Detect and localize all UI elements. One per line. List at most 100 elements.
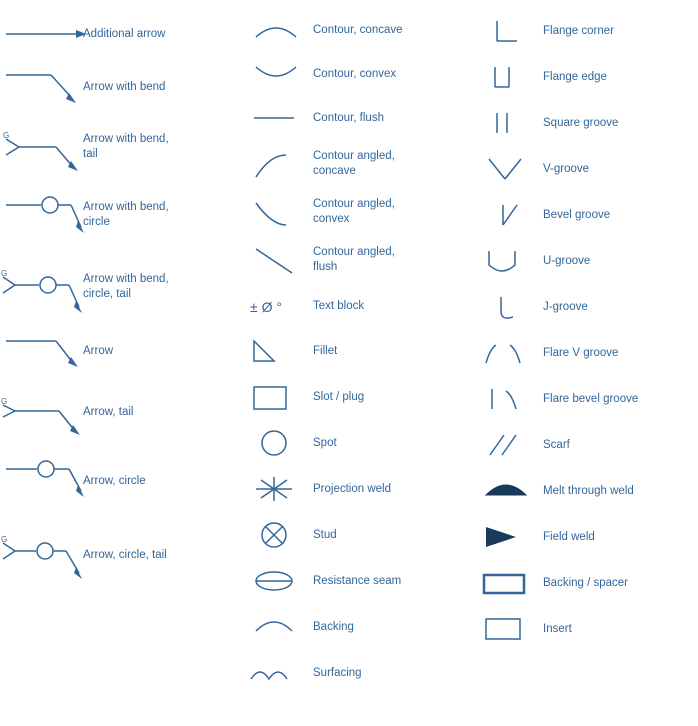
left-column: Additional arrow Arrow with bend G bbox=[4, 8, 234, 696]
item-flange-edge: Flange edge bbox=[464, 54, 694, 100]
label-arrow-circle: Arrow, circle bbox=[83, 474, 230, 489]
item-flare-v-groove: Flare V groove bbox=[464, 330, 694, 376]
label-contour-angled-convex: Contour angled,convex bbox=[313, 197, 460, 227]
item-contour-angled-concave: Contour angled,concave bbox=[234, 140, 464, 188]
symbol-contour-angled-concave bbox=[238, 145, 313, 183]
label-spot: Spot bbox=[313, 436, 460, 451]
symbol-flare-v-groove bbox=[468, 335, 543, 371]
item-text-block: ± Ø ° Text block bbox=[234, 284, 464, 328]
item-arrow-bend: Arrow with bend bbox=[4, 60, 234, 114]
symbol-additional-arrow bbox=[8, 24, 83, 44]
symbol-spot bbox=[238, 425, 313, 461]
item-v-groove: V-groove bbox=[464, 146, 694, 192]
item-contour-flush: Contour, flush bbox=[234, 96, 464, 140]
symbol-contour-convex bbox=[238, 59, 313, 89]
item-contour-concave: Contour, concave bbox=[234, 8, 464, 52]
symbol-backing-spacer bbox=[468, 565, 543, 601]
label-arrow: Arrow bbox=[83, 344, 230, 359]
label-slot-plug: Slot / plug bbox=[313, 390, 460, 405]
symbol-backing bbox=[238, 609, 313, 645]
label-field-weld: Field weld bbox=[543, 530, 690, 545]
item-contour-convex: Contour, convex bbox=[234, 52, 464, 96]
mid-column: Contour, concave Contour, convex Contour… bbox=[234, 8, 464, 696]
label-u-groove: U-groove bbox=[543, 254, 690, 269]
label-flare-v-groove: Flare V groove bbox=[543, 346, 690, 361]
item-spot: Spot bbox=[234, 420, 464, 466]
item-j-groove: J-groove bbox=[464, 284, 694, 330]
symbol-arrow-bend-circle bbox=[8, 185, 83, 245]
item-contour-angled-flush: Contour angled,flush bbox=[234, 236, 464, 284]
symbol-slot-plug bbox=[238, 379, 313, 415]
symbol-insert bbox=[468, 611, 543, 647]
symbol-scarf bbox=[468, 427, 543, 463]
item-arrow-circle: Arrow, circle bbox=[4, 446, 234, 516]
symbol-contour-flush bbox=[238, 108, 313, 128]
symbol-fillet bbox=[238, 333, 313, 369]
item-contour-angled-convex: Contour angled,convex bbox=[234, 188, 464, 236]
item-arrow: Arrow bbox=[4, 324, 234, 378]
label-arrow-circle-tail: Arrow, circle, tail bbox=[83, 548, 230, 563]
item-arrow-bend-circle: Arrow with bend,circle bbox=[4, 180, 234, 250]
symbol-field-weld bbox=[468, 519, 543, 555]
symbol-bevel-groove bbox=[468, 197, 543, 233]
label-arrow-bend-tail: Arrow with bend,tail bbox=[83, 132, 230, 162]
symbol-arrow-bend-tail: G bbox=[8, 119, 83, 175]
item-scarf: Scarf bbox=[464, 422, 694, 468]
item-resistance-seam: Resistance seam bbox=[234, 558, 464, 604]
item-fillet: Fillet bbox=[234, 328, 464, 374]
item-projection-weld: Projection weld bbox=[234, 466, 464, 512]
label-v-groove: V-groove bbox=[543, 162, 690, 177]
item-bevel-groove: Bevel groove bbox=[464, 192, 694, 238]
item-backing-spacer: Backing / spacer bbox=[464, 560, 694, 606]
label-scarf: Scarf bbox=[543, 438, 690, 453]
label-stud: Stud bbox=[313, 528, 460, 543]
svg-text:± Ø °: ± Ø ° bbox=[250, 299, 282, 315]
item-arrow-tail: G Arrow, tail bbox=[4, 378, 234, 446]
item-arrow-bend-circle-tail: G Arrow with bend,circle, tail bbox=[4, 250, 234, 324]
symbol-arrow-bend-circle-tail: G bbox=[8, 255, 83, 319]
label-contour-angled-concave: Contour angled,concave bbox=[313, 149, 460, 179]
label-contour-convex: Contour, convex bbox=[313, 67, 460, 82]
label-arrow-tail: Arrow, tail bbox=[83, 405, 230, 420]
item-arrow-circle-tail: G Arrow, circle, tail bbox=[4, 516, 234, 594]
symbol-stud bbox=[238, 517, 313, 553]
item-melt-through-weld: Melt through weld bbox=[464, 468, 694, 514]
item-slot-plug: Slot / plug bbox=[234, 374, 464, 420]
label-contour-flush: Contour, flush bbox=[313, 111, 460, 126]
item-flange-corner: Flange corner bbox=[464, 8, 694, 54]
item-stud: Stud bbox=[234, 512, 464, 558]
item-surfacing: Surfacing bbox=[234, 650, 464, 696]
label-text-block: Text block bbox=[313, 299, 460, 314]
symbol-projection-weld bbox=[238, 471, 313, 507]
symbol-flange-corner bbox=[468, 13, 543, 49]
item-additional-arrow: Additional arrow bbox=[4, 8, 234, 60]
symbol-arrow-circle bbox=[8, 451, 83, 511]
label-flange-edge: Flange edge bbox=[543, 70, 690, 85]
symbol-arrow-tail: G bbox=[8, 383, 83, 441]
symbol-square-groove bbox=[468, 105, 543, 141]
main-container: Additional arrow Arrow with bend G bbox=[0, 0, 698, 704]
label-j-groove: J-groove bbox=[543, 300, 690, 315]
label-backing: Backing bbox=[313, 620, 460, 635]
symbol-arrow-bend bbox=[8, 65, 83, 109]
symbol-text-block: ± Ø ° bbox=[238, 292, 313, 320]
svg-text:G: G bbox=[3, 131, 9, 140]
label-flange-corner: Flange corner bbox=[543, 24, 690, 39]
label-arrow-bend-circle: Arrow with bend,circle bbox=[83, 200, 230, 230]
item-field-weld: Field weld bbox=[464, 514, 694, 560]
item-square-groove: Square groove bbox=[464, 100, 694, 146]
symbol-flare-bevel-groove bbox=[468, 381, 543, 417]
item-flare-bevel-groove: Flare bevel groove bbox=[464, 376, 694, 422]
symbol-v-groove bbox=[468, 151, 543, 187]
label-arrow-bend: Arrow with bend bbox=[83, 80, 230, 95]
label-projection-weld: Projection weld bbox=[313, 482, 460, 497]
label-arrow-bend-circle-tail: Arrow with bend,circle, tail bbox=[83, 272, 230, 302]
item-insert: Insert bbox=[464, 606, 694, 652]
label-surfacing: Surfacing bbox=[313, 666, 460, 681]
svg-text:G: G bbox=[1, 397, 7, 406]
symbol-arrow bbox=[8, 329, 83, 373]
label-flare-bevel-groove: Flare bevel groove bbox=[543, 392, 690, 407]
svg-text:G: G bbox=[1, 535, 7, 544]
item-u-groove: U-groove bbox=[464, 238, 694, 284]
label-contour-angled-flush: Contour angled,flush bbox=[313, 245, 460, 275]
